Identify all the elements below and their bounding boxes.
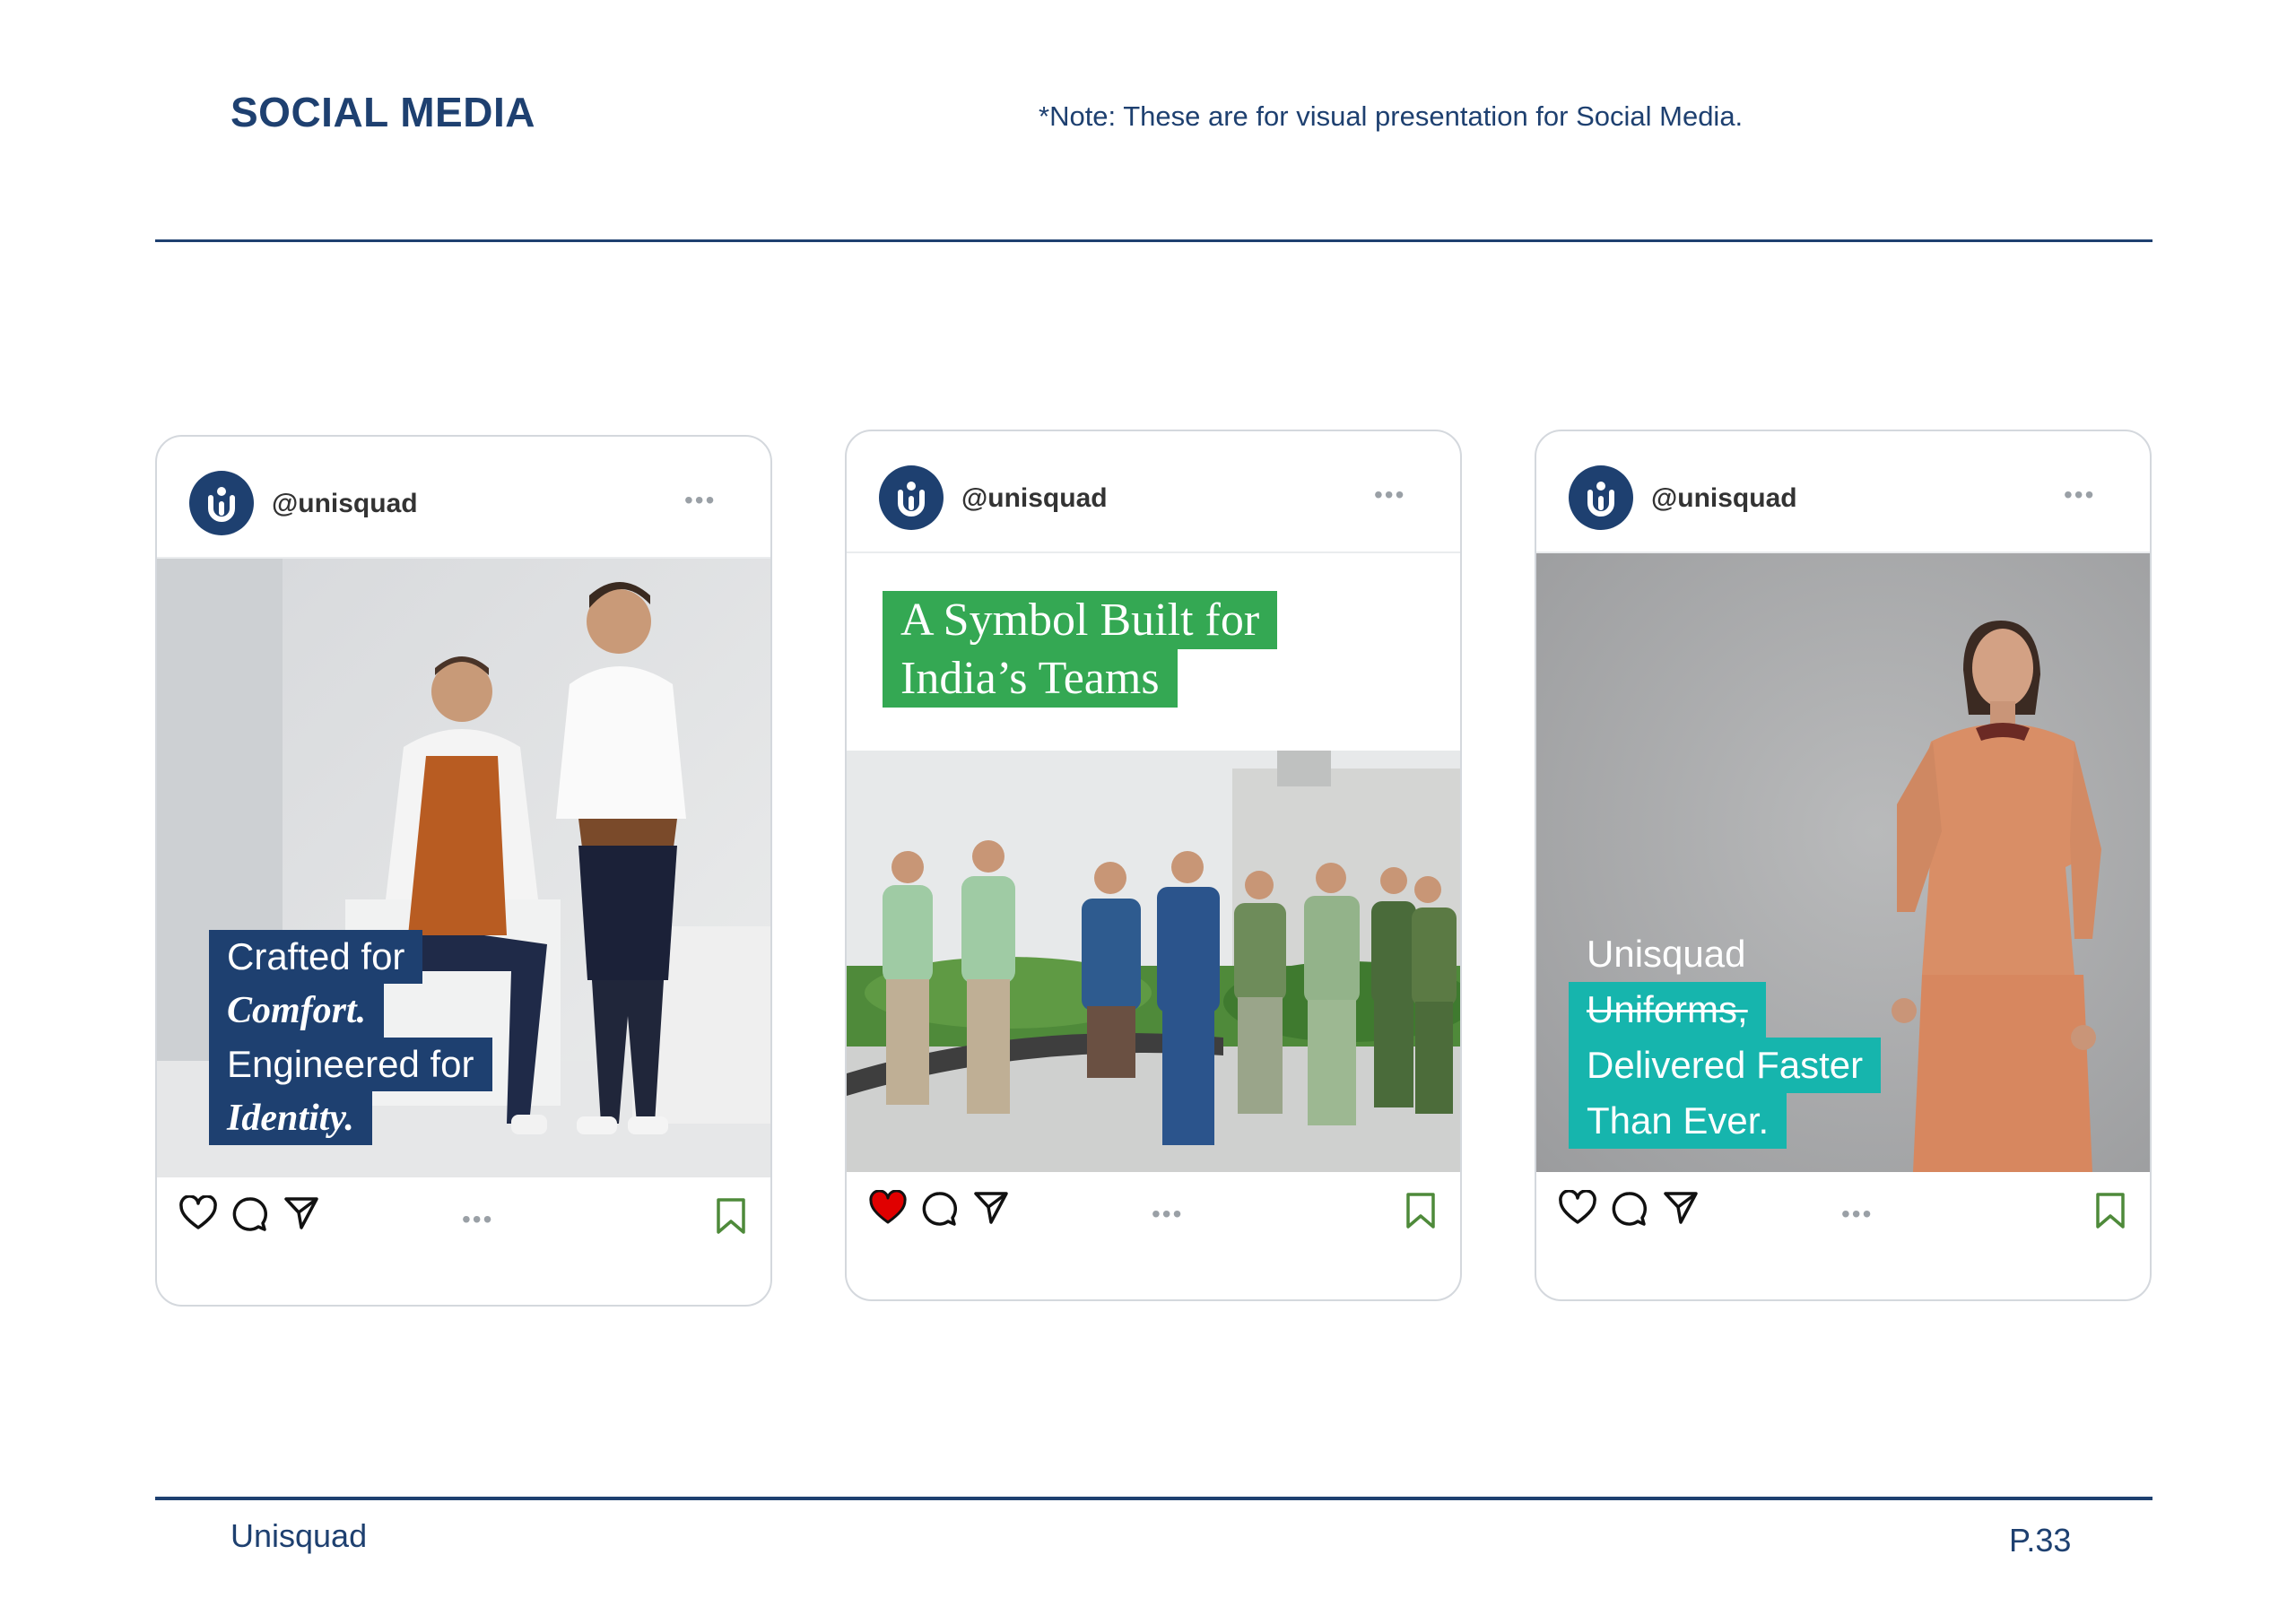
avatar-logo-icon	[1587, 482, 1614, 517]
post-image: Unisquad Uniforms, Delivered Faster Than…	[1536, 553, 2150, 1172]
caption-line: Engineered for	[209, 1038, 492, 1091]
page-title: SOCIAL MEDIA	[230, 89, 535, 135]
post-caption: Crafted for Comfort. Engineered for Iden…	[209, 930, 492, 1145]
caption-line-struck: Uniforms,	[1569, 982, 1766, 1038]
more-icon[interactable]: •••	[2064, 482, 2095, 508]
avatar[interactable]	[189, 471, 254, 535]
avatar[interactable]	[879, 465, 944, 530]
caption-line: Unisquad	[1587, 933, 1746, 975]
post-header: @unisquad •••	[1536, 431, 2150, 553]
presentation-note: *Note: These are for visual presentation…	[1039, 100, 1744, 132]
carousel-dots: •••	[1152, 1200, 1184, 1228]
carousel-dots: •••	[462, 1205, 494, 1233]
avatar[interactable]	[1569, 465, 1633, 530]
comment-icon[interactable]	[920, 1190, 958, 1228]
caption-line: A Symbol Built for	[883, 591, 1278, 649]
caption-line: Identity.	[209, 1091, 372, 1145]
post-actions: •••	[1536, 1172, 2150, 1299]
post-caption: A Symbol Built for India’s Teams	[883, 591, 1278, 708]
post-actions: •••	[847, 1172, 1460, 1299]
send-icon[interactable]	[972, 1190, 1010, 1226]
more-icon[interactable]: •••	[684, 488, 716, 513]
heart-icon[interactable]	[178, 1195, 218, 1231]
caption-line: Than Ever.	[1569, 1093, 1787, 1149]
top-divider	[155, 239, 2152, 242]
avatar-logo-icon	[208, 487, 235, 522]
avatar-logo-icon	[898, 482, 925, 517]
send-icon[interactable]	[283, 1195, 320, 1231]
post-image: A Symbol Built for India’s Teams	[847, 553, 1460, 1172]
caption-line: Delivered Faster	[1569, 1038, 1882, 1093]
bottom-divider	[155, 1497, 2152, 1500]
post-header: @unisquad •••	[157, 437, 770, 559]
bookmark-icon[interactable]	[715, 1197, 747, 1235]
page-number: P.33	[2009, 1522, 2072, 1559]
post-image: Crafted for Comfort. Engineered for Iden…	[157, 559, 770, 1177]
carousel-dots: •••	[1841, 1200, 1874, 1228]
post-actions: •••	[157, 1177, 770, 1305]
caption-line: Comfort.	[209, 984, 385, 1038]
account-handle[interactable]: @unisquad	[961, 483, 1108, 514]
send-icon[interactable]	[1662, 1190, 1700, 1226]
comment-icon[interactable]	[230, 1195, 268, 1233]
post-header: @unisquad •••	[847, 431, 1460, 553]
caption-line: Crafted for	[209, 930, 423, 984]
bookmark-icon[interactable]	[2094, 1192, 2126, 1229]
bookmark-icon[interactable]	[1405, 1192, 1437, 1229]
comment-icon[interactable]	[1610, 1190, 1648, 1228]
social-post-card-2: @unisquad ••• A Symbol Built for India’s…	[845, 430, 1462, 1301]
heart-icon[interactable]	[868, 1190, 908, 1226]
team-photo	[847, 751, 1460, 1172]
post-caption: Unisquad Uniforms, Delivered Faster Than…	[1569, 926, 1882, 1149]
more-icon[interactable]: •••	[1374, 482, 1405, 508]
footer-brand: Unisquad	[230, 1517, 368, 1554]
caption-line: India’s Teams	[883, 649, 1178, 708]
account-handle[interactable]: @unisquad	[1651, 483, 1797, 514]
social-post-card-3: @unisquad ••• Unisquad Uniforms, Deliver…	[1535, 430, 2152, 1301]
social-post-card-1: @unisquad ••• Crafted for Comfort. Engin…	[155, 435, 772, 1307]
account-handle[interactable]: @unisquad	[272, 489, 418, 519]
heart-icon[interactable]	[1558, 1190, 1597, 1226]
